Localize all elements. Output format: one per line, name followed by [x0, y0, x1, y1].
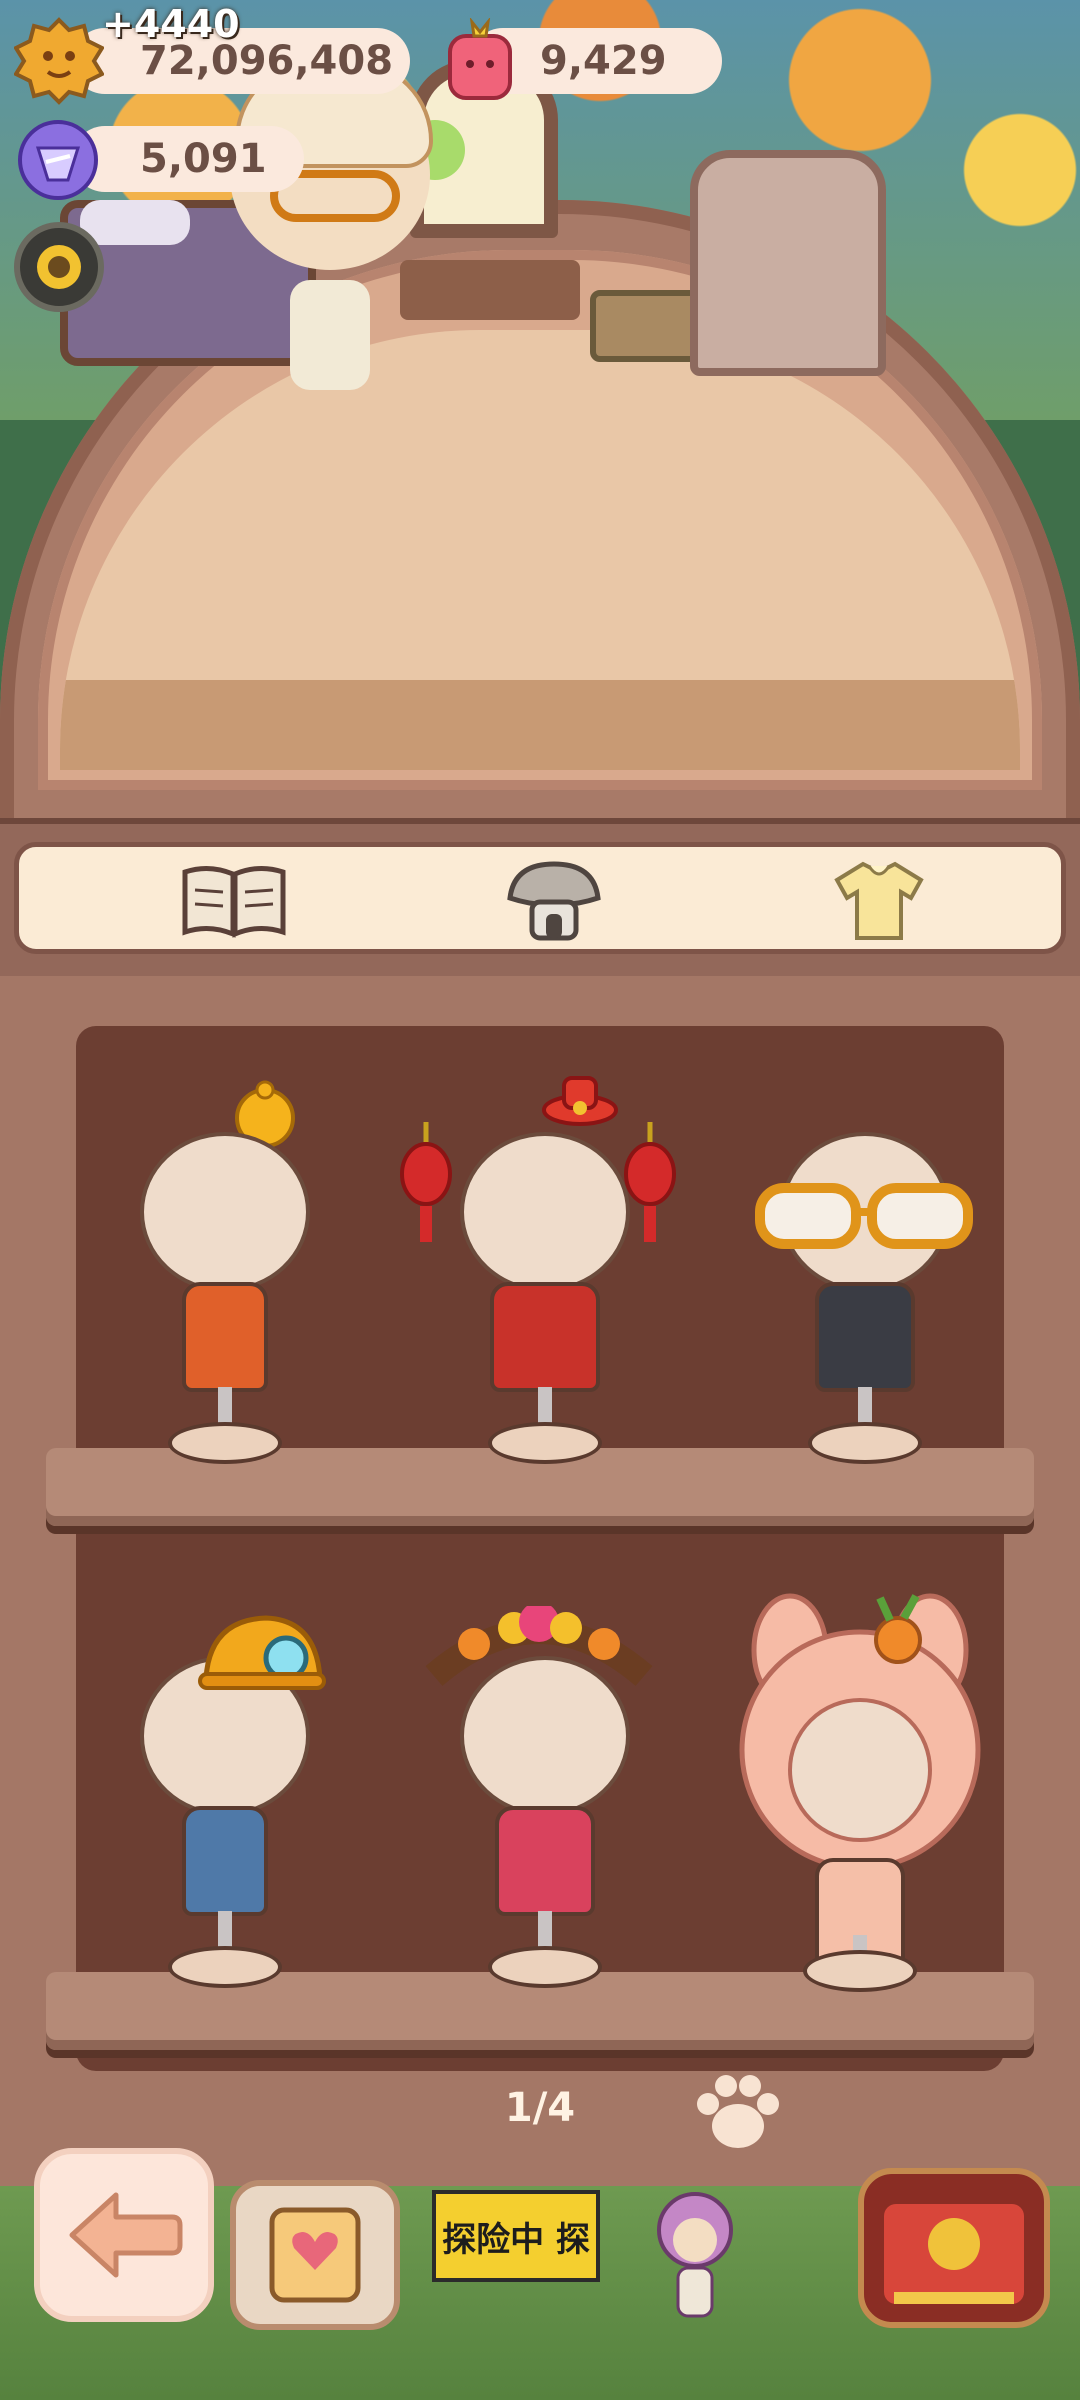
- npc-avatar-icon: [657, 2192, 733, 2318]
- pillow: [80, 200, 190, 245]
- ruby-amount: 9,429: [540, 38, 667, 84]
- mushroom-house-icon: [507, 861, 601, 941]
- red-lantern-left-icon: [396, 1122, 456, 1256]
- tab-outfits[interactable]: [824, 857, 934, 943]
- bunny-hood-icon: [720, 1590, 1000, 1904]
- miner-helmet-icon: [196, 1608, 326, 1712]
- exploring-banner[interactable]: 探险中 探: [432, 2190, 600, 2282]
- tab-bar-inner: [14, 842, 1066, 954]
- category-tab-bar: [0, 818, 1080, 988]
- mannequin-pole: [538, 1911, 552, 1951]
- diary-shortcut[interactable]: [230, 2180, 400, 2330]
- mannequin-torso: [815, 1282, 915, 1392]
- page-indicator: 1/4: [504, 2085, 576, 2131]
- open-book-icon: [182, 866, 286, 938]
- red-hat-icon: [540, 1070, 620, 1134]
- mannequin-head: [460, 1132, 630, 1292]
- gem-amount: 5,091: [140, 136, 267, 182]
- red-lantern-right-icon: [620, 1122, 680, 1256]
- mannequin-stand: [803, 1950, 917, 1992]
- outfit-explorer-vest[interactable]: [100, 1080, 340, 1472]
- paw-filter-button[interactable]: [690, 2070, 786, 2156]
- flower-crown-icon: [414, 1602, 664, 1700]
- outfit-lunar-new-year[interactable]: [400, 1076, 676, 1472]
- mannequin-stand: [168, 1422, 282, 1464]
- paw-icon: [697, 2075, 779, 2148]
- mannequin-pole: [858, 1387, 872, 1427]
- stage-icon: [884, 2204, 1024, 2304]
- mannequin-torso: [490, 1282, 600, 1392]
- orange-glasses-icon: [754, 1182, 974, 1256]
- crystal-gem-icon: [16, 118, 100, 202]
- mannequin-torso: [182, 1282, 268, 1392]
- outfit-miner-overalls[interactable]: [100, 1615, 340, 1996]
- mannequin-pole: [538, 1387, 552, 1427]
- sunflower-event-icon[interactable]: [14, 222, 104, 312]
- gem-counter[interactable]: 5,091: [72, 126, 304, 192]
- mannequin-stand: [808, 1422, 922, 1464]
- wardrobe-cabinet: [690, 150, 886, 376]
- back-button[interactable]: [34, 2148, 214, 2322]
- shirt-icon: [834, 861, 924, 940]
- treasure-chest: [590, 290, 702, 362]
- outfit-flower-crown[interactable]: [420, 1602, 660, 1996]
- outfit-business-suit[interactable]: [740, 1092, 980, 1472]
- gold-cookie-icon: [14, 16, 104, 106]
- gold-gain-popup: +4440: [102, 2, 240, 46]
- tab-house[interactable]: [499, 857, 609, 943]
- arrow-left-icon: [69, 2192, 183, 2278]
- room-floor: [60, 680, 1020, 770]
- mannequin-pole: [218, 1387, 232, 1427]
- desk: [400, 260, 580, 320]
- tab-book[interactable]: [179, 857, 289, 943]
- mannequin-torso: [495, 1806, 595, 1916]
- ruby-jelly-icon: [440, 18, 520, 104]
- mannequin-torso: [182, 1806, 268, 1916]
- theater-stage-shortcut[interactable]: [858, 2168, 1050, 2328]
- heart-notebook-icon: [269, 2207, 361, 2303]
- npc-character[interactable]: [640, 2186, 750, 2326]
- mannequin-head: [140, 1132, 310, 1292]
- mannequin-stand: [488, 1946, 602, 1988]
- mannequin-pole: [218, 1911, 232, 1951]
- outfit-bunny-costume[interactable]: [720, 1590, 1000, 1996]
- mannequin-stand: [488, 1422, 602, 1464]
- character-body[interactable]: [290, 280, 370, 390]
- mannequin-stand: [168, 1946, 282, 1988]
